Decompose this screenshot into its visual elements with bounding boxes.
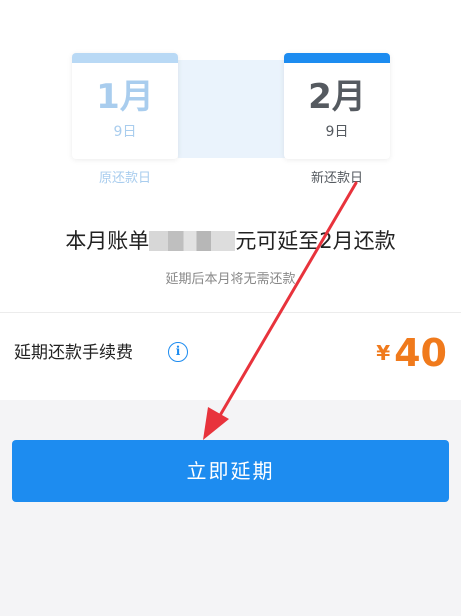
card-topbar: [284, 53, 390, 63]
extension-panel: 1月 9日 原还款日 2月 9日 新还款日 本月账单 元可延至2月还款 延期后本月…: [0, 0, 461, 400]
divider: [0, 312, 461, 313]
new-due-date-card: 2月 9日: [284, 53, 390, 159]
fee-amount: ¥40: [376, 330, 447, 376]
new-due-date-label: 新还款日: [310, 171, 363, 186]
redacted-amount: [149, 231, 236, 251]
extension-headline: 本月账单 元可延至2月还款: [0, 226, 461, 256]
new-day: 9日: [325, 124, 349, 140]
original-month: 1月: [96, 77, 154, 117]
original-due-date-label: 原还款日: [98, 171, 151, 186]
extension-note: 延期后本月将无需还款: [165, 272, 296, 287]
original-day: 9日: [113, 124, 137, 140]
extend-now-button[interactable]: 立即延期: [12, 440, 449, 502]
headline-suffix: 元可延至2月还款: [235, 229, 396, 253]
original-due-date-card: 1月 9日: [72, 53, 178, 159]
new-month: 2月: [308, 77, 366, 117]
card-topbar: [72, 53, 178, 63]
fee-label: 延期还款手续费: [14, 343, 133, 363]
headline-prefix: 本月账单: [65, 229, 150, 253]
fee-value: 40: [394, 331, 447, 375]
date-connector: [178, 60, 285, 158]
currency-symbol: ¥: [376, 341, 391, 365]
info-icon[interactable]: i: [168, 342, 188, 362]
